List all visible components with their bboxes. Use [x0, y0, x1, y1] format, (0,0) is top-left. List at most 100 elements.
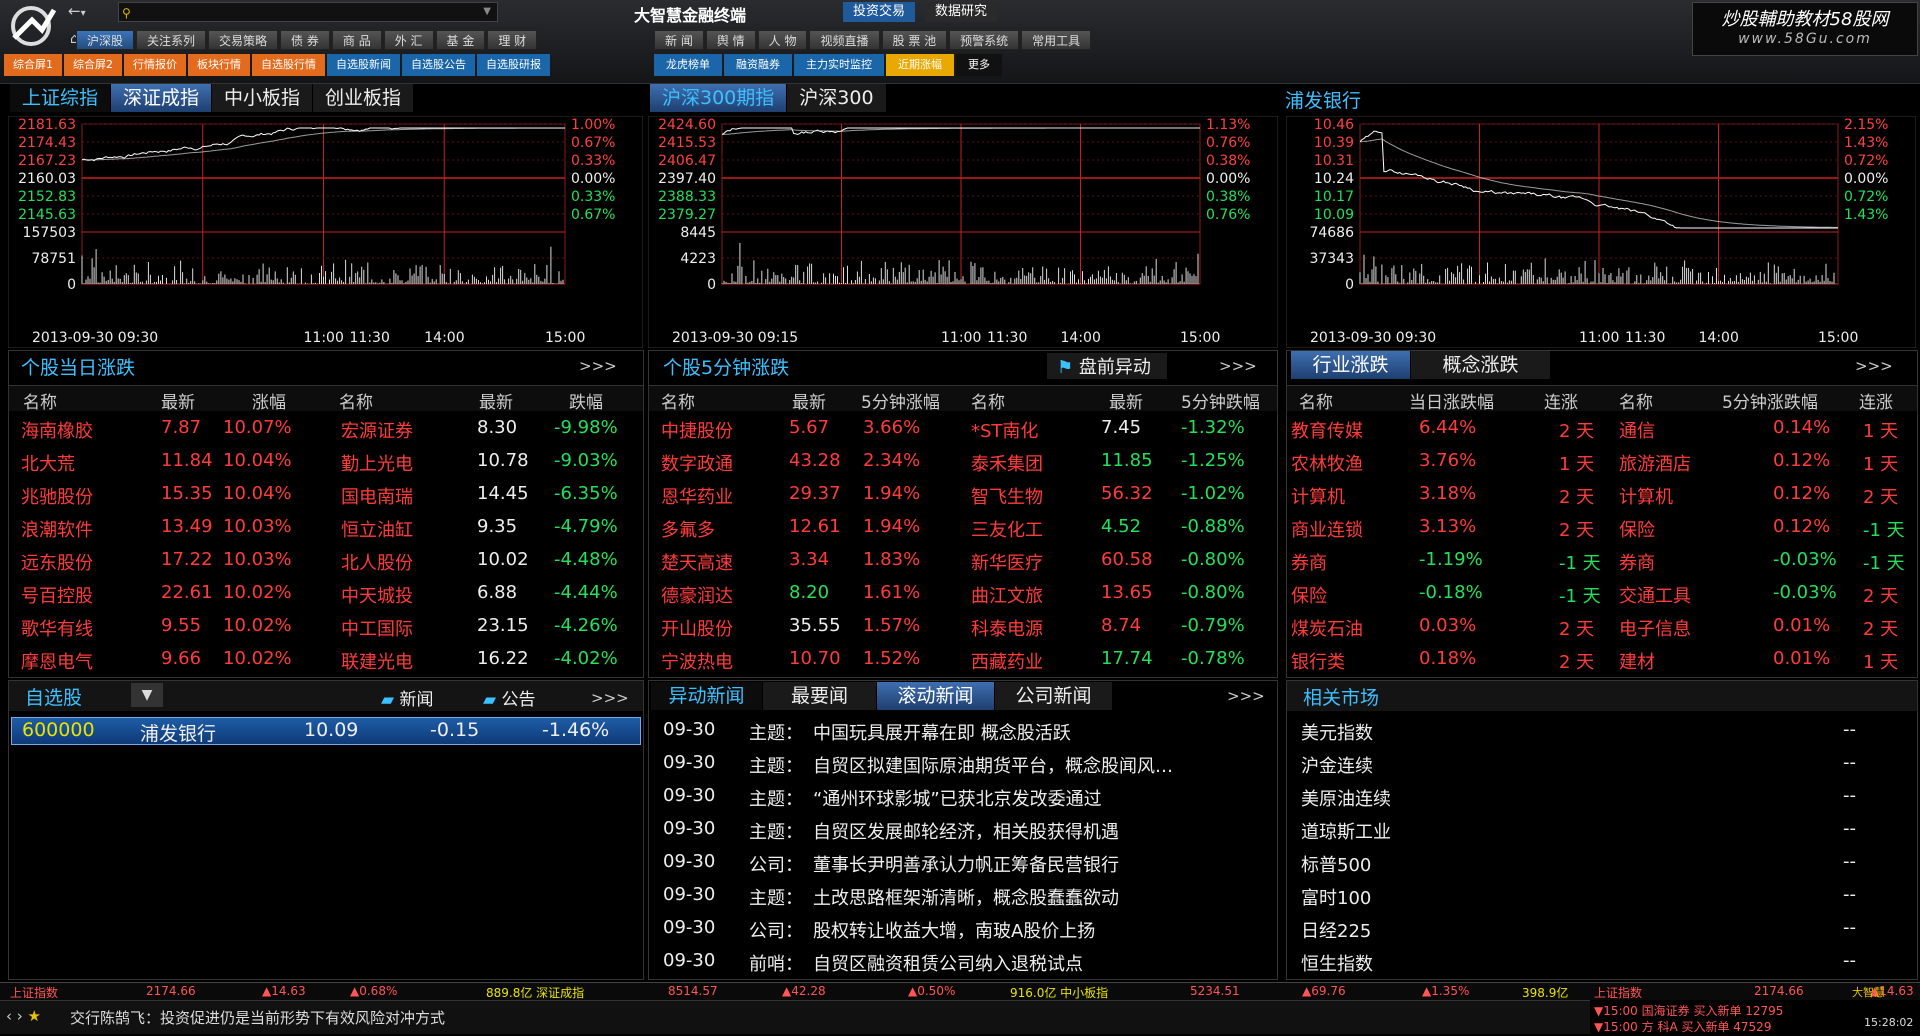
table-row[interactable]: 开山股份 35.55 1.57% 科泰电源 8.74 -0.79%: [649, 611, 1277, 644]
news-more-link[interactable]: >>>: [1227, 687, 1265, 705]
news-item[interactable]: 09-30 主题： “通州环球影城”已获北京发改委通过: [649, 781, 1269, 814]
menu2-item-5[interactable]: 预警系统: [949, 30, 1020, 50]
related-market-row[interactable]: 美原油连续 --: [1287, 781, 1917, 814]
menu-item-7[interactable]: 理 财: [487, 30, 538, 50]
menu2-item-4[interactable]: 股 票 池: [881, 30, 948, 50]
daily-more-link[interactable]: >>>: [579, 357, 617, 375]
submenu-item-5[interactable]: 自选股新闻: [327, 54, 400, 76]
five-more-link[interactable]: >>>: [1219, 357, 1257, 375]
submenu-item-2[interactable]: 行情报价: [124, 54, 186, 76]
watch-notice-button[interactable]: ▰ 公告: [483, 685, 535, 710]
menu-item-5[interactable]: 外 汇: [383, 30, 434, 50]
submenu-item-1[interactable]: 综合屏2: [64, 54, 122, 76]
table-row[interactable]: 宁波热电 10.70 1.52% 西藏药业 17.74 -0.78%: [649, 644, 1277, 677]
watchlist-row[interactable]: 600000 浦发银行 10.09 -0.15 -1.46%: [11, 717, 641, 745]
tab-rolling-news[interactable]: 滚动新闻: [877, 682, 995, 710]
tab-data-research[interactable]: 数据研究: [925, 2, 998, 22]
news-item[interactable]: 09-30 前哨： 自贸区融资租赁公司纳入退税试点: [649, 946, 1269, 979]
table-row[interactable]: 煤炭石油 0.03% 2 天 电子信息 0.01% 2 天: [1287, 611, 1917, 644]
table-row[interactable]: 北大荒 11.84 10.04% 勤上光电 10.78 -9.03%: [9, 446, 643, 479]
tab-industry[interactable]: 行业涨跌: [1291, 351, 1411, 379]
menu2-item-6[interactable]: 常用工具: [1021, 30, 1092, 50]
menu-item-2[interactable]: 交易策略: [208, 30, 279, 50]
table-row[interactable]: 海南橡胶 7.87 10.07% 宏源证券 8.30 -9.98%: [9, 413, 643, 446]
table-row[interactable]: 教育传媒 6.44% 2 天 通信 0.14% 1 天: [1287, 413, 1917, 446]
related-market-row[interactable]: 美元指数 --: [1287, 715, 1917, 748]
submenu-item-4[interactable]: 自选股行情: [252, 54, 325, 76]
news-item[interactable]: 09-30 主题： 自贸区拟建国际原油期货平台，概念股闻风…: [649, 748, 1269, 781]
submenu2-item-2[interactable]: 主力实时监控: [794, 54, 884, 76]
tab-top-news[interactable]: 最要闻: [763, 682, 877, 710]
submenu2-item-0[interactable]: 龙虎榜单: [654, 54, 722, 76]
news-item[interactable]: 09-30 公司： 股权转让收益大增，南玻A股价上扬: [649, 913, 1269, 946]
submenu2-item-4[interactable]: 更多: [956, 54, 1002, 76]
table-row[interactable]: 号百控股 22.61 10.02% 中天城投 6.88 -4.44%: [9, 578, 643, 611]
related-market-row[interactable]: 道琼斯工业 --: [1287, 814, 1917, 847]
tab-hs300[interactable]: 沪深300: [787, 84, 887, 112]
related-market-row[interactable]: 恒生指数 --: [1287, 946, 1917, 979]
submenu2-item-1[interactable]: 融资融券: [724, 54, 792, 76]
menu2-item-1[interactable]: 舆 情: [705, 30, 756, 50]
table-row[interactable]: 商业连锁 3.13% 2 天 保险 0.12% -1 天: [1287, 512, 1917, 545]
related-market-row[interactable]: 标普500 --: [1287, 847, 1917, 880]
tab-chinext-index[interactable]: 创业板指: [313, 84, 415, 112]
table-row[interactable]: 摩恩电气 9.66 10.02% 联建光电 16.22 -4.02%: [9, 644, 643, 677]
watch-news-button[interactable]: ▰ 新闻: [381, 685, 433, 710]
search-input[interactable]: ⚲ ▼: [118, 2, 498, 22]
table-row[interactable]: 数字政通 43.28 2.34% 泰禾集团 11.85 -1.25%: [649, 446, 1277, 479]
tab-investment-trading[interactable]: 投资交易: [843, 2, 916, 22]
watchlist-dropdown-button[interactable]: ▼: [131, 683, 163, 707]
table-row[interactable]: 德豪润达 8.20 1.61% 曲江文旅 13.65 -0.80%: [649, 578, 1277, 611]
related-market-row[interactable]: 沪金连续 --: [1287, 748, 1917, 781]
submenu-item-0[interactable]: 综合屏1: [4, 54, 62, 76]
menu-item-1[interactable]: 关注系列: [136, 30, 207, 50]
nav-back-button[interactable]: ←▾: [68, 2, 108, 24]
tab-sh-composite[interactable]: 上证综指: [10, 84, 112, 112]
tab-sme-index[interactable]: 中小板指: [212, 84, 314, 112]
table-row[interactable]: 券商 -1.19% -1 天券商 -0.03% -1 天: [1287, 545, 1917, 578]
tab-sz-component[interactable]: 深证成指: [111, 84, 213, 112]
table-row[interactable]: 兆驰股份 15.35 10.04% 国电南瑞 14.45 -6.35%: [9, 479, 643, 512]
table-row[interactable]: 保险 -0.18% -1 天交通工具 -0.03% 2 天: [1287, 578, 1917, 611]
sh-composite-chart[interactable]: 2181.63 2174.43 2167.23 2160.03 2152.83 2145.…: [8, 116, 643, 348]
menu2-item-2[interactable]: 人 物: [757, 30, 808, 50]
tab-concept[interactable]: 概念涨跌: [1411, 351, 1551, 379]
pre-market-alert-button[interactable]: ⚑ 盘前异动: [1047, 353, 1167, 379]
news-item[interactable]: 09-30 公司： 董事长尹明善承认力帆正筹备民营银行: [649, 847, 1269, 880]
table-row[interactable]: 恩华药业 29.37 1.94% 智飞生物 56.32 -1.02%: [649, 479, 1277, 512]
news-item[interactable]: 09-30 主题： 中国玩具展开幕在即 概念股活跃: [649, 715, 1269, 748]
table-row[interactable]: 中捷股份 5.67 3.66% *ST南化 7.45 -1.32%: [649, 413, 1277, 446]
ticker-text[interactable]: 交行陈鹄飞：投资促进仍是当前形势下有效风险对冲方式: [70, 1007, 445, 1028]
menu-item-6[interactable]: 基 金: [435, 30, 486, 50]
spdb-chart[interactable]: 10.46 10.39 10.31 10.24 10.17 10.09 74686 37343…: [1286, 116, 1916, 348]
submenu-item-3[interactable]: 板块行情: [188, 54, 250, 76]
chevron-down-icon[interactable]: ▼: [483, 3, 491, 21]
industry-more-link[interactable]: >>>: [1855, 357, 1893, 375]
related-market-row[interactable]: 富时100 --: [1287, 880, 1917, 913]
table-row[interactable]: 农林牧渔 3.76% 1 天 旅游酒店 0.12% 1 天: [1287, 446, 1917, 479]
tab-company-news[interactable]: 公司新闻: [995, 682, 1113, 710]
related-market-row[interactable]: 日经225 --: [1287, 913, 1917, 946]
table-row[interactable]: 浪潮软件 13.49 10.03% 恒立油缸 9.35 -4.79%: [9, 512, 643, 545]
news-item[interactable]: 09-30 主题： 土改思路框架渐清晰，概念股蠢蠢欲动: [649, 880, 1269, 913]
submenu-item-6[interactable]: 自选股公告: [402, 54, 475, 76]
table-row[interactable]: 歌华有线 9.55 10.02% 中工国际 23.15 -4.26%: [9, 611, 643, 644]
menu-item-4[interactable]: 商 品: [331, 30, 382, 50]
hs300-futures-chart[interactable]: 2424.60 2415.53 2406.47 2397.40 2388.33 2379.…: [648, 116, 1278, 348]
table-row[interactable]: 银行类 0.18% 2 天 建材 0.01% 1 天: [1287, 644, 1917, 677]
news-item[interactable]: 09-30 主题： 自贸区发展邮轮经济，相关股获得机遇: [649, 814, 1269, 847]
menu-item-0[interactable]: 沪深股: [76, 30, 135, 50]
table-row[interactable]: 多氟多 12.61 1.94% 三友化工 4.52 -0.88%: [649, 512, 1277, 545]
tab-abnormal-news[interactable]: 异动新闻: [651, 682, 763, 710]
menu-item-3[interactable]: 债 券: [280, 30, 330, 50]
watch-more-link[interactable]: >>>: [591, 689, 629, 707]
ticker-nav-icon[interactable]: ‹ › ★: [6, 1007, 41, 1025]
menu2-item-3[interactable]: 视频直播: [809, 30, 880, 50]
submenu2-item-3[interactable]: 近期涨幅: [886, 54, 954, 76]
submenu-item-7[interactable]: 自选股研报: [477, 54, 550, 76]
table-row[interactable]: 楚天高速 3.34 1.83% 新华医疗 60.58 -0.80%: [649, 545, 1277, 578]
table-row[interactable]: 计算机 3.18% 2 天 计算机 0.12% 2 天: [1287, 479, 1917, 512]
menu2-item-0[interactable]: 新 闻: [654, 30, 704, 50]
tab-hs300-futures[interactable]: 沪深300期指: [650, 84, 788, 112]
table-row[interactable]: 远东股份 17.22 10.03% 北人股份 10.02 -4.48%: [9, 545, 643, 578]
